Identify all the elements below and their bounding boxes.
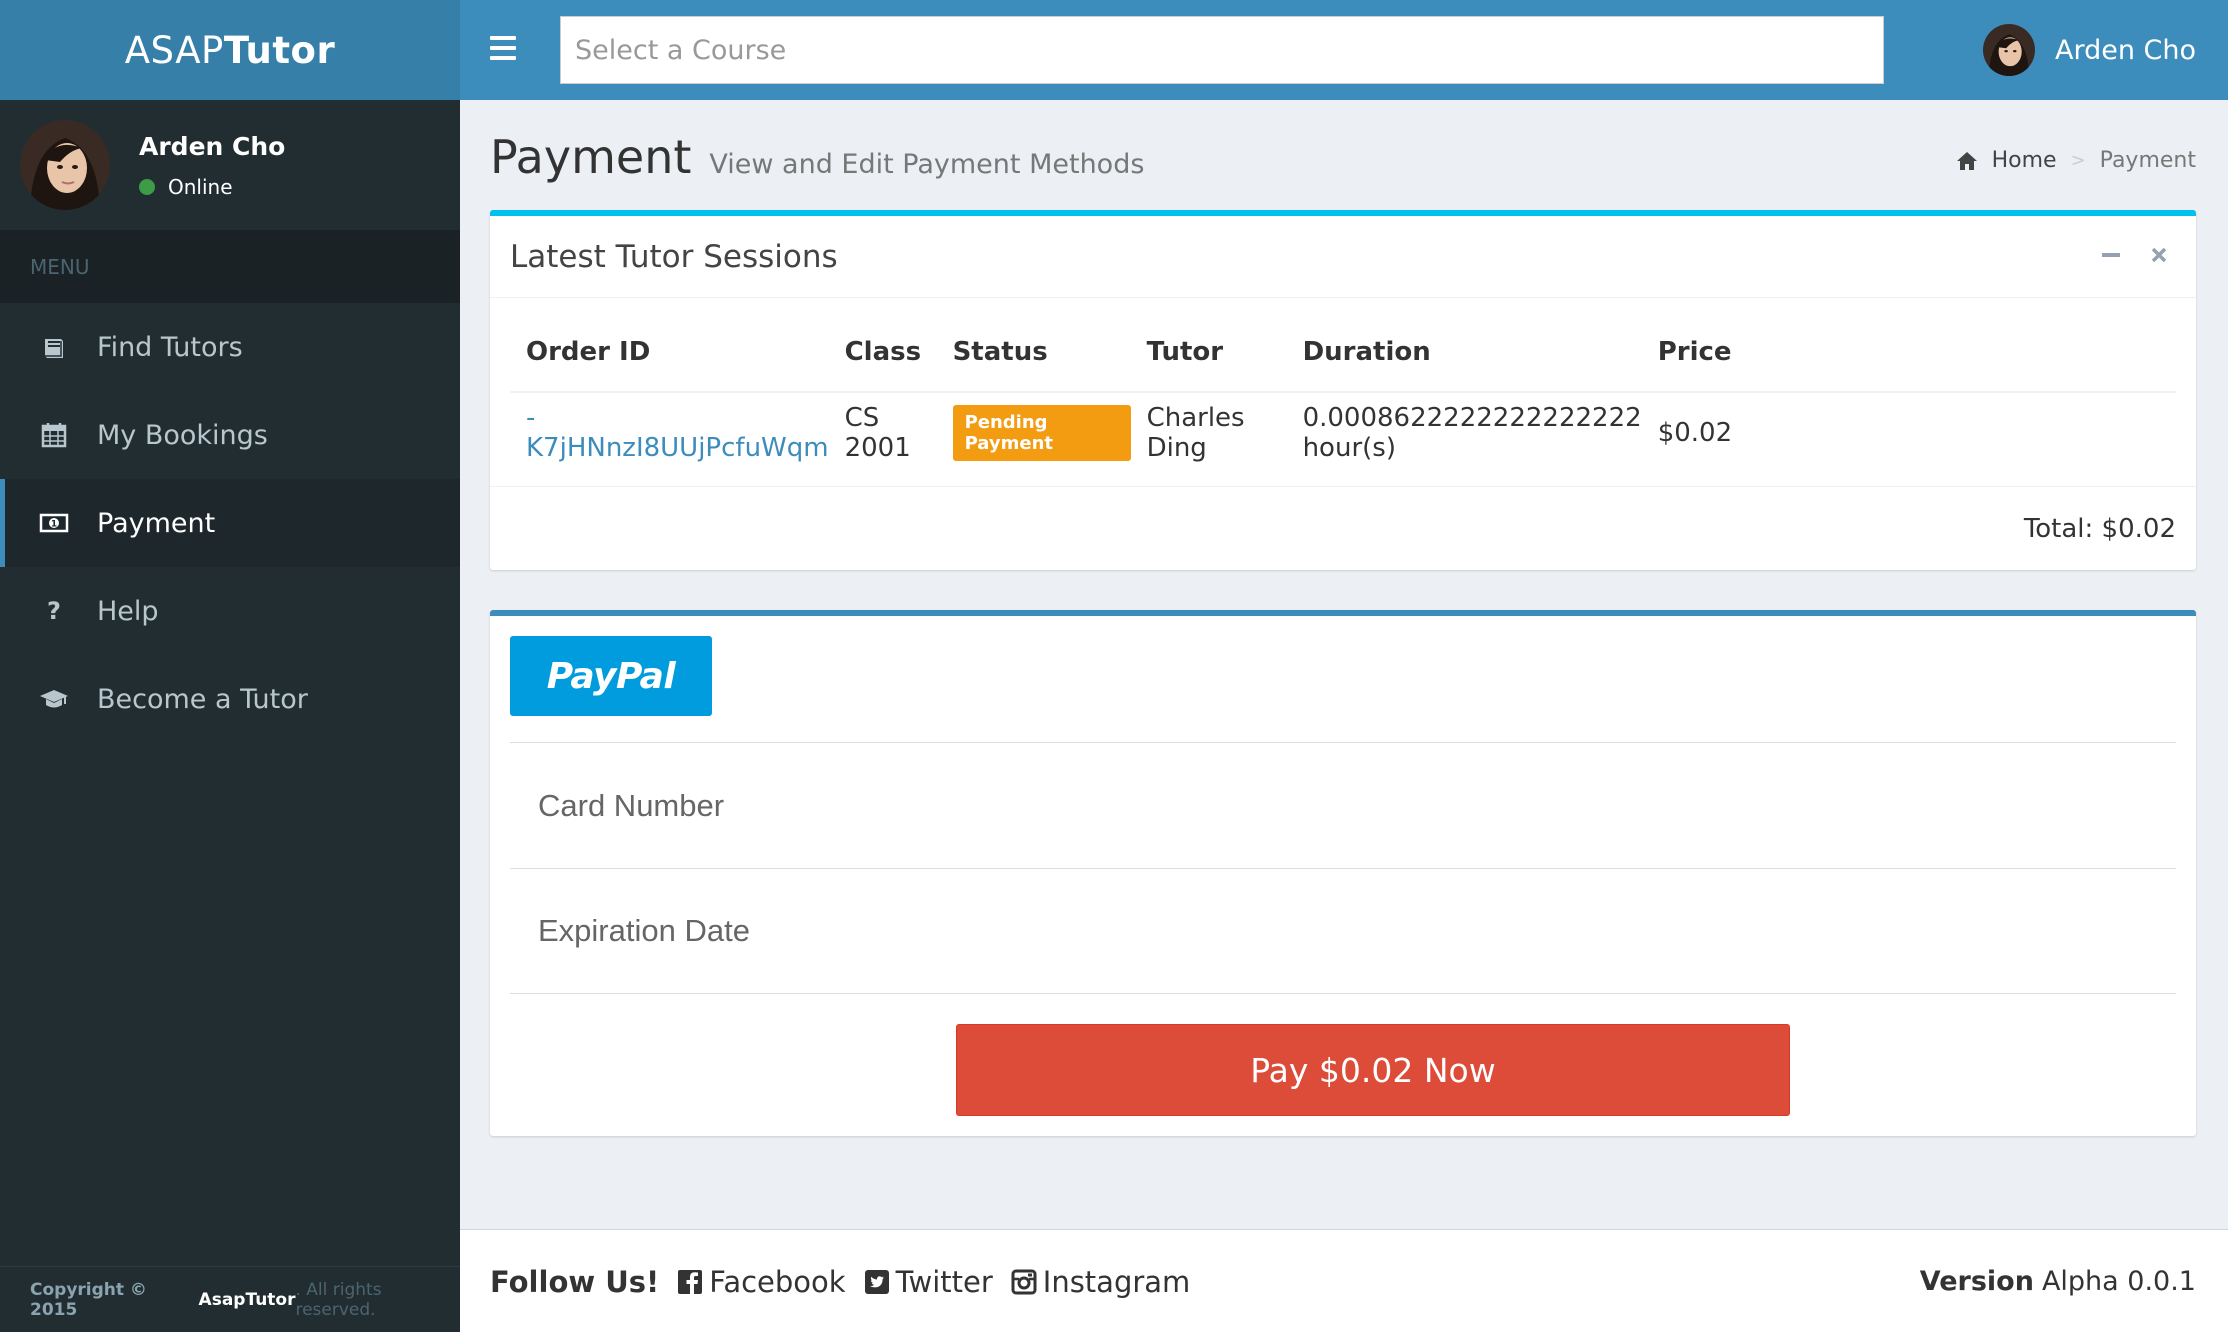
paypal-button[interactable]: PayPal: [510, 636, 712, 716]
sidebar-item-my-bookings[interactable]: My Bookings: [0, 391, 460, 479]
instagram-icon: [1011, 1269, 1037, 1294]
copyright-suffix: . All rights reserved.: [295, 1279, 382, 1320]
calendar-icon: [39, 420, 69, 450]
course-select[interactable]: Select a Course: [560, 16, 1884, 84]
status-badge: Pending Payment: [952, 404, 1131, 461]
menu-header: MENU: [0, 230, 460, 303]
expiration-date-field[interactable]: Expiration Date: [510, 868, 2176, 994]
breadcrumb-current: Payment: [2099, 148, 2196, 173]
sessions-title: Latest Tutor Sessions: [510, 238, 838, 275]
sidebar: ASAP Tutor Arden Cho Online MENU Find Tu…: [0, 0, 460, 1332]
sidebar-toggle-icon[interactable]: [490, 36, 516, 64]
top-user-name: Arden Cho: [2054, 34, 2196, 66]
page-title: Payment: [490, 130, 692, 184]
twitter-label: Twitter: [895, 1264, 993, 1299]
breadcrumb-home[interactable]: Home: [1992, 148, 2057, 173]
sidebar-item-payment[interactable]: 1 Payment: [0, 479, 460, 567]
version-value: Alpha 0.0.1: [2041, 1266, 2196, 1297]
book-icon: [39, 332, 69, 362]
home-icon: [1956, 151, 1977, 170]
user-status: Online: [139, 175, 285, 199]
user-panel: Arden Cho Online: [0, 100, 460, 230]
column-header: Duration: [1286, 312, 1642, 393]
box-tools: [2100, 244, 2170, 266]
twitter-icon: [864, 1269, 889, 1294]
app-logo[interactable]: ASAP Tutor: [0, 0, 460, 100]
main-content: Payment View and Edit Payment Methods Ho…: [460, 100, 2228, 1229]
user-name: Arden Cho: [139, 131, 286, 161]
column-header: Status: [936, 312, 1131, 393]
user-status-label: Online: [168, 174, 233, 199]
sidebar-item-label: My Bookings: [97, 419, 268, 451]
avatar: [1982, 24, 2035, 76]
facebook-label: Facebook: [709, 1264, 846, 1299]
top-navbar: Select a Course Arden Cho: [460, 0, 2228, 100]
copyright-company: AsapTutor: [198, 1289, 296, 1310]
column-header: Class: [828, 312, 937, 393]
table-row: -K7jHNnzI8UUjPcfuWqm CS 2001 Pending Pay…: [510, 392, 2176, 472]
svg-text:?: ?: [47, 597, 61, 625]
question-icon: ?: [39, 596, 69, 626]
price-cell: $0.02: [1657, 417, 1733, 448]
online-status-icon: [139, 178, 155, 195]
class-cell: CS 2001: [844, 402, 911, 463]
sessions-box: Latest Tutor Sessions Order ID Class Sta…: [490, 210, 2196, 570]
card-number-field[interactable]: Card Number: [510, 742, 2176, 868]
column-header: Order ID: [510, 312, 829, 393]
tutor-cell: Charles Ding: [1146, 402, 1245, 463]
user-menu[interactable]: Arden Cho: [1982, 0, 2196, 100]
twitter-link[interactable]: Twitter: [864, 1265, 993, 1299]
copyright: Copyright © 2015 AsapTutor. All rights r…: [0, 1266, 460, 1332]
page-footer: Follow Us! Facebook Twitter Instagram Ve…: [460, 1229, 2228, 1332]
duration-cell: 0.0008622222222222222 hour(s): [1302, 402, 1642, 463]
graduation-cap-icon: [39, 684, 69, 714]
column-header: Price: [1641, 312, 2176, 393]
breadcrumb: Home > Payment: [1956, 148, 2196, 173]
svg-text:1: 1: [51, 520, 57, 530]
column-header: Tutor: [1130, 312, 1287, 393]
sidebar-item-label: Payment: [97, 507, 216, 539]
table-header-row: Order ID Class Status Tutor Duration Pri…: [510, 312, 2176, 393]
copyright-prefix: Copyright © 2015: [30, 1279, 147, 1320]
sidebar-item-find-tutors[interactable]: Find Tutors: [0, 303, 460, 391]
avatar: [20, 120, 110, 210]
sidebar-item-label: Find Tutors: [97, 331, 243, 363]
follow-label: Follow Us!: [490, 1264, 660, 1299]
close-icon[interactable]: [2148, 244, 2170, 266]
sessions-box-header: Latest Tutor Sessions: [490, 216, 2196, 298]
sidebar-menu: Find Tutors My Bookings 1 Payment ? Help…: [0, 303, 460, 743]
sidebar-item-label: Become a Tutor: [97, 683, 308, 715]
payment-box: PayPal Card Number Expiration Date Pay $…: [490, 610, 2196, 1136]
sessions-table: Order ID Class Status Tutor Duration Pri…: [510, 312, 2176, 472]
logo-bold: Tutor: [223, 28, 336, 72]
sessions-total: Total: $0.02: [490, 486, 2196, 570]
version-info: Version Alpha 0.0.1: [1920, 1230, 2196, 1332]
sidebar-item-become-tutor[interactable]: Become a Tutor: [0, 655, 460, 743]
order-id-link[interactable]: -K7jHNnzI8UUjPcfuWqm: [526, 403, 829, 463]
page-header: Payment View and Edit Payment Methods: [490, 130, 1144, 184]
page-subtitle: View and Edit Payment Methods: [709, 149, 1145, 180]
pay-now-button[interactable]: Pay $0.02 Now: [956, 1024, 1790, 1116]
instagram-label: Instagram: [1042, 1264, 1191, 1299]
money-icon: 1: [39, 508, 69, 538]
instagram-link[interactable]: Instagram: [1011, 1264, 1191, 1299]
collapse-icon[interactable]: [2100, 244, 2122, 266]
facebook-link[interactable]: Facebook: [677, 1264, 846, 1299]
social-links: Follow Us! Facebook Twitter Instagram: [490, 1230, 1208, 1332]
sidebar-item-label: Help: [97, 595, 159, 627]
facebook-icon: [678, 1269, 703, 1294]
breadcrumb-separator: >: [2070, 150, 2086, 171]
logo-light: ASAP: [124, 28, 224, 72]
sidebar-item-help[interactable]: ? Help: [0, 567, 460, 655]
version-label: Version: [1919, 1266, 2034, 1297]
